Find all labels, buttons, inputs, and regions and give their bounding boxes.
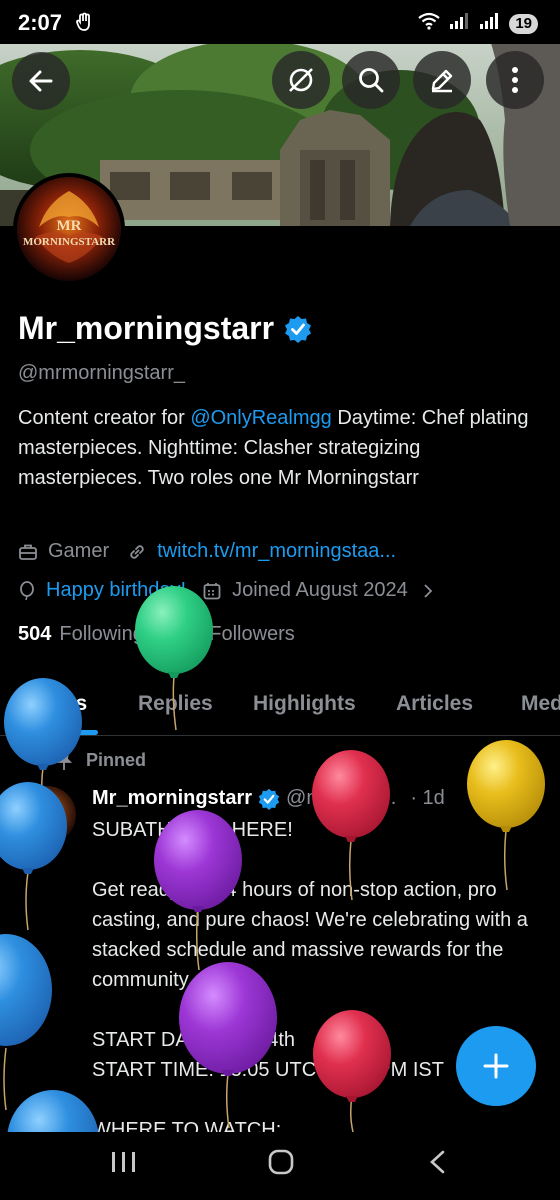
signal-icon	[449, 12, 471, 35]
search-button[interactable]	[342, 51, 400, 109]
balloon-icon	[18, 580, 36, 601]
back-arrow-icon	[29, 70, 53, 92]
grok-button[interactable]	[272, 51, 330, 109]
signal-icon-2	[479, 12, 501, 35]
profile-meta-row-2: Happy birthday! Joined August 2024	[18, 579, 444, 602]
follow-counts: 504 Following 645 Followers	[18, 623, 295, 646]
compose-plus-icon	[483, 1053, 509, 1079]
back-button[interactable]	[12, 52, 70, 110]
tab-posts[interactable]: Posts	[30, 692, 87, 716]
following-link[interactable]: 504 Following	[18, 623, 144, 646]
tab-highlights[interactable]: Highlights	[253, 692, 356, 716]
profile-avatar[interactable]: MR MORNINGSTARR	[13, 173, 125, 285]
nav-back-button[interactable]	[430, 1150, 445, 1174]
system-nav-bar	[0, 1132, 560, 1200]
display-name-row: Mr_morningstarr	[18, 310, 312, 347]
following-label: Following	[59, 623, 144, 645]
search-icon	[359, 68, 384, 93]
profile-handle: @mrmorningstarr_	[18, 362, 186, 384]
home-button[interactable]	[268, 1149, 294, 1175]
bio-prefix: Content creator for	[18, 407, 191, 429]
edit-icon	[431, 69, 453, 93]
display-name: Mr_morningstarr	[18, 310, 275, 346]
profile-bio: Content creator for @OnlyRealmgg Daytime…	[18, 403, 538, 493]
status-bar: 2:07 19	[0, 0, 560, 44]
profile-meta-row-1: Gamer twitch.tv/mr_morningstaa...	[18, 540, 396, 563]
tab-replies[interactable]: Replies	[138, 692, 213, 716]
verified-icon	[285, 315, 312, 343]
followers-count: 645	[167, 623, 202, 645]
edit-button[interactable]	[413, 51, 471, 109]
joined-date: Joined August 2024	[232, 579, 408, 601]
more-icon	[512, 67, 518, 93]
grok-icon	[289, 68, 313, 92]
compose-post-button[interactable]	[456, 1026, 536, 1106]
profile-category: Gamer	[48, 540, 110, 562]
avatar-logo: MR MORNINGSTARR	[17, 177, 121, 281]
followers-label: Followers	[209, 623, 295, 645]
chevron-right-icon[interactable]	[422, 582, 434, 600]
link-icon	[127, 542, 147, 562]
wifi-icon	[417, 12, 441, 35]
profile-tabs: Posts Replies Highlights Articles Med	[0, 676, 560, 736]
status-time: 2:07	[18, 10, 63, 35]
more-options-button[interactable]	[486, 51, 544, 109]
following-count: 504	[18, 623, 52, 645]
birthday-text[interactable]: Happy birthday!	[46, 579, 186, 602]
avatar-text-1: MR	[57, 218, 82, 234]
calendar-icon	[202, 581, 222, 601]
tab-media[interactable]: Med	[521, 692, 560, 716]
recent-apps-button[interactable]	[112, 1152, 135, 1172]
bio-mention-link[interactable]: @OnlyRealmgg	[190, 407, 331, 429]
tab-articles[interactable]: Articles	[396, 692, 473, 716]
briefcase-icon	[18, 542, 38, 562]
notification-hand-icon	[76, 12, 94, 37]
active-tab-indicator	[18, 730, 98, 735]
profile-website-link[interactable]: twitch.tv/mr_morningstaa...	[157, 540, 396, 563]
followers-link[interactable]: 645 Followers	[168, 623, 295, 646]
battery-badge: 19	[509, 13, 538, 34]
avatar-text-2: MORNINGSTARR	[23, 236, 116, 248]
